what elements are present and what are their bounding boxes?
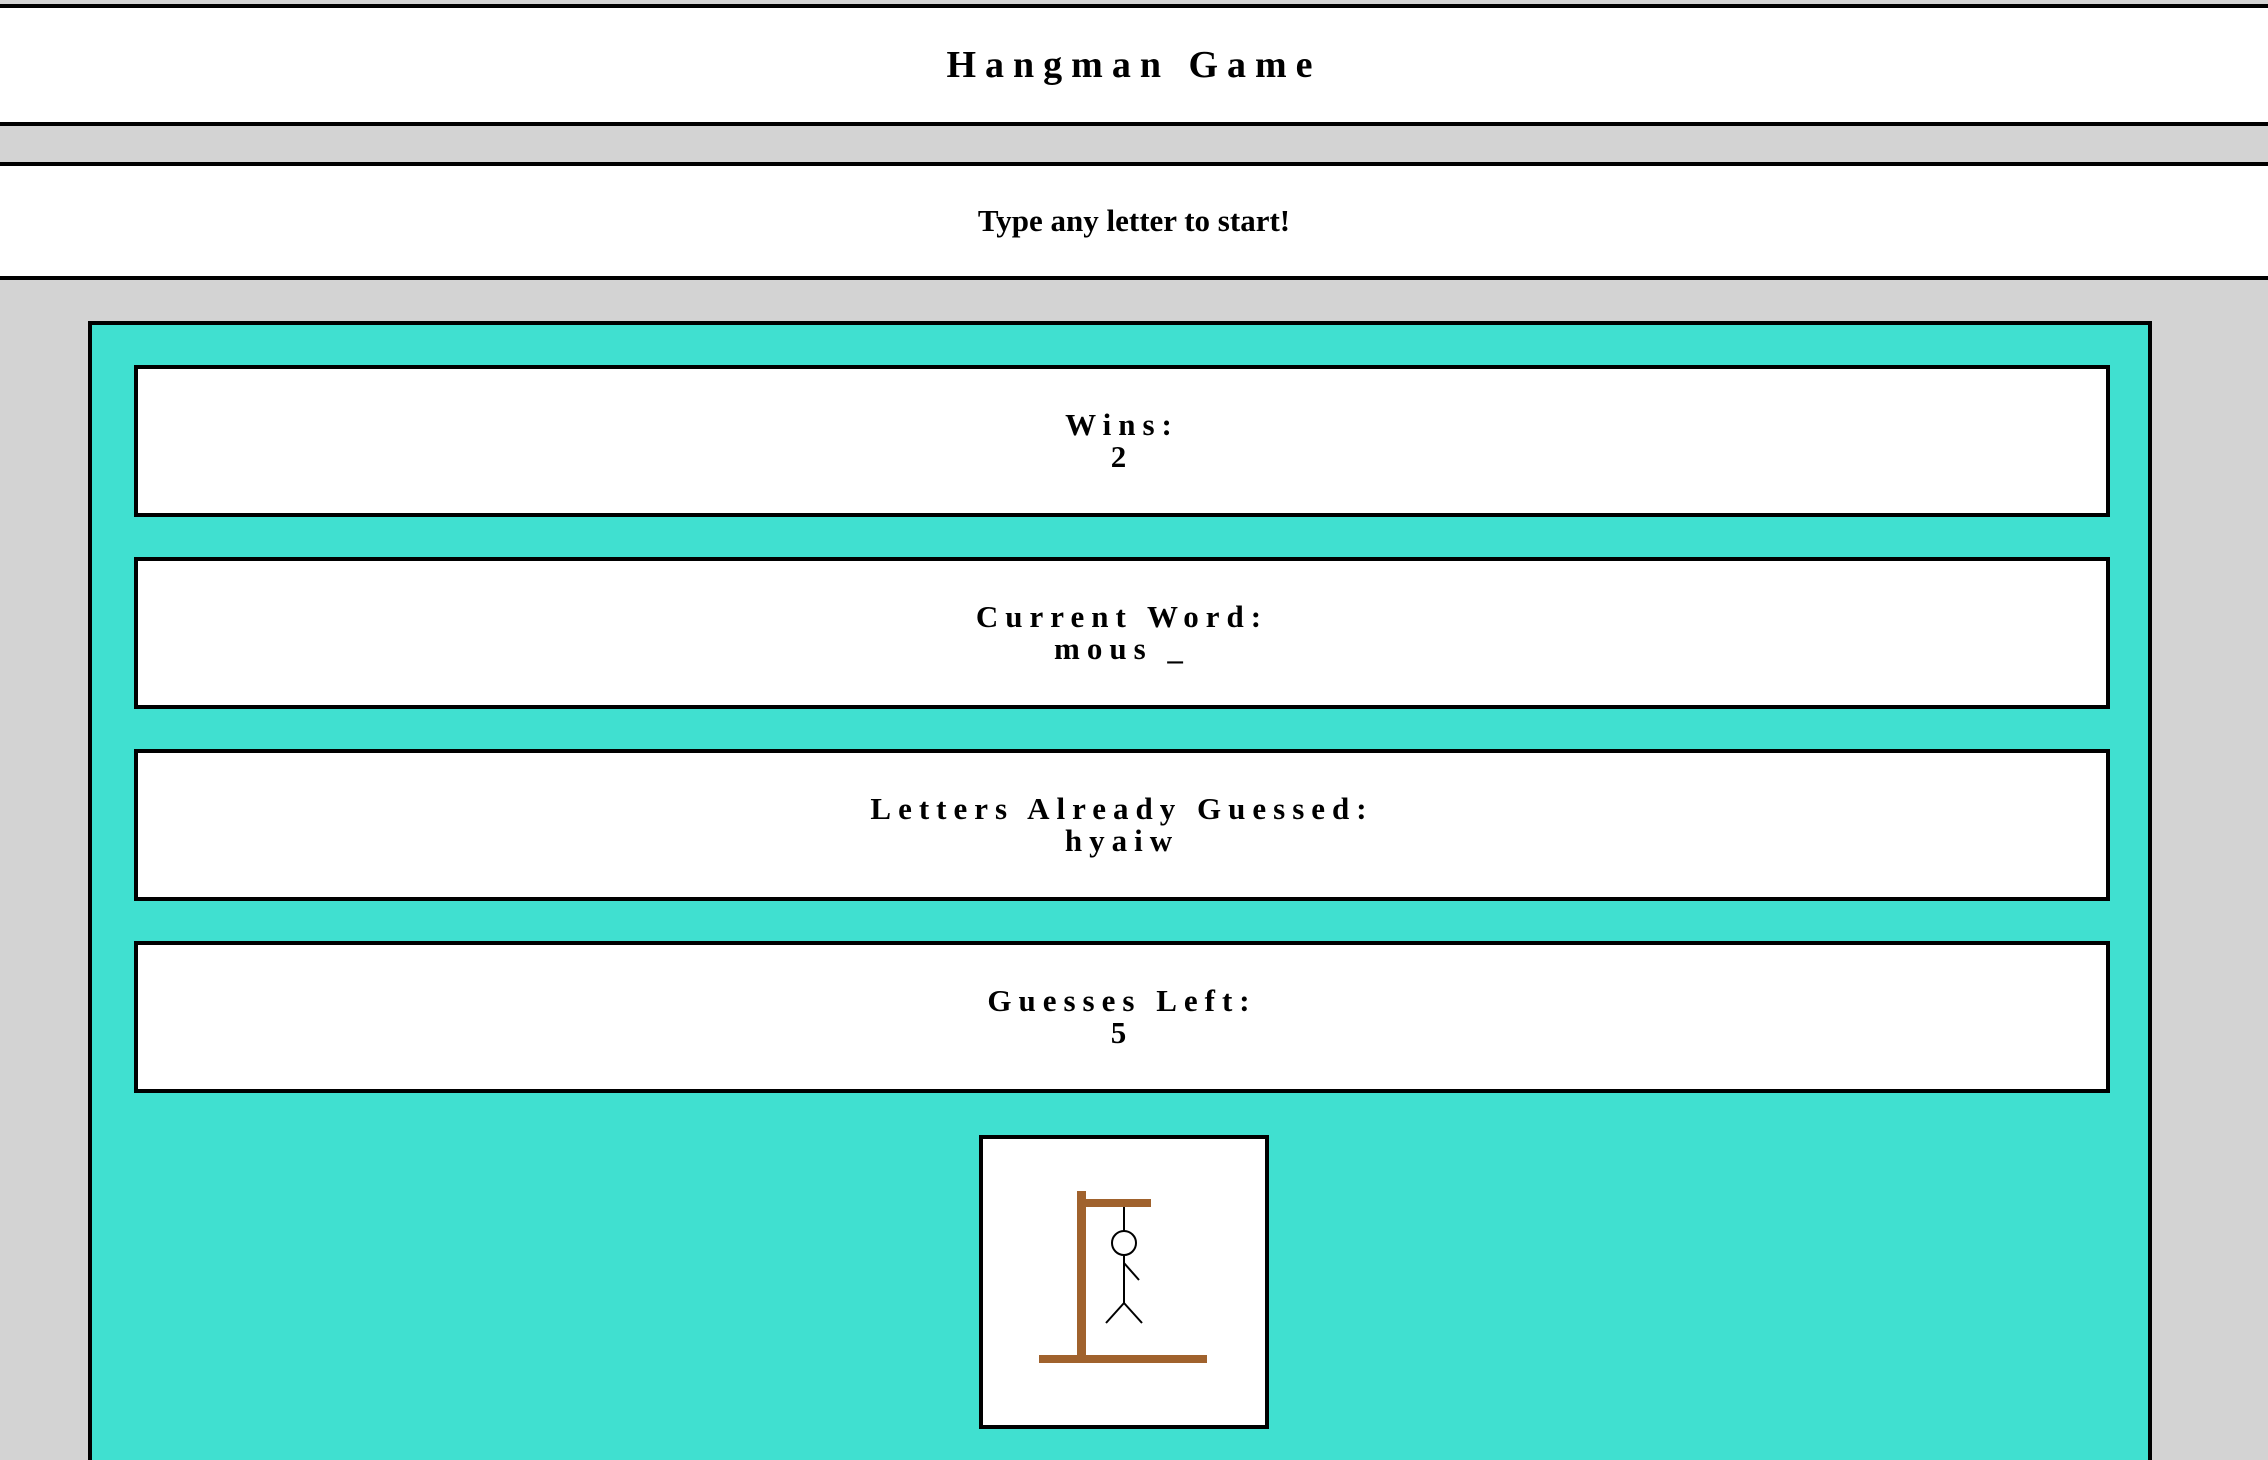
page-title: Hangman Game [946, 44, 1322, 86]
current-word-box: Current Word: mous _ [134, 557, 2110, 709]
letters-guessed-value: hyaiw [1064, 823, 1180, 858]
instruction-message: Type any letter to start! [977, 203, 1291, 238]
letters-guessed-label: Letters Already Guessed: [870, 791, 1374, 826]
figure-arm [1123, 1262, 1140, 1281]
guesses-left-value: 5 [1110, 1015, 1134, 1050]
wins-value: 2 [1110, 439, 1134, 474]
gallows-beam [1077, 1199, 1151, 1207]
gallows-base [1039, 1355, 1207, 1363]
gallows-post [1077, 1191, 1086, 1361]
hangman-image-box [979, 1135, 1269, 1429]
current-word-value: mous _ [1054, 631, 1190, 666]
game-panel: Wins: 2 Current Word: mous _ Letters Alr… [88, 321, 2152, 1460]
wins-label: Wins: [1065, 407, 1179, 442]
current-word-label: Current Word: [975, 599, 1269, 634]
letters-guessed-box: Letters Already Guessed: hyaiw [134, 749, 2110, 901]
figure-head [1111, 1230, 1137, 1256]
figure-right-leg [1123, 1302, 1143, 1324]
hangman-page: Hangman Game Type any letter to start! W… [0, 0, 2268, 1460]
instruction-bar: Type any letter to start! [0, 162, 2268, 280]
guesses-left-label: Guesses Left: [987, 983, 1257, 1018]
guesses-left-box: Guesses Left: 5 [134, 941, 2110, 1093]
title-bar: Hangman Game [0, 4, 2268, 126]
wins-box: Wins: 2 [134, 365, 2110, 517]
figure-left-leg [1105, 1302, 1125, 1324]
gallows-stick-figure-icon [1039, 1191, 1207, 1363]
